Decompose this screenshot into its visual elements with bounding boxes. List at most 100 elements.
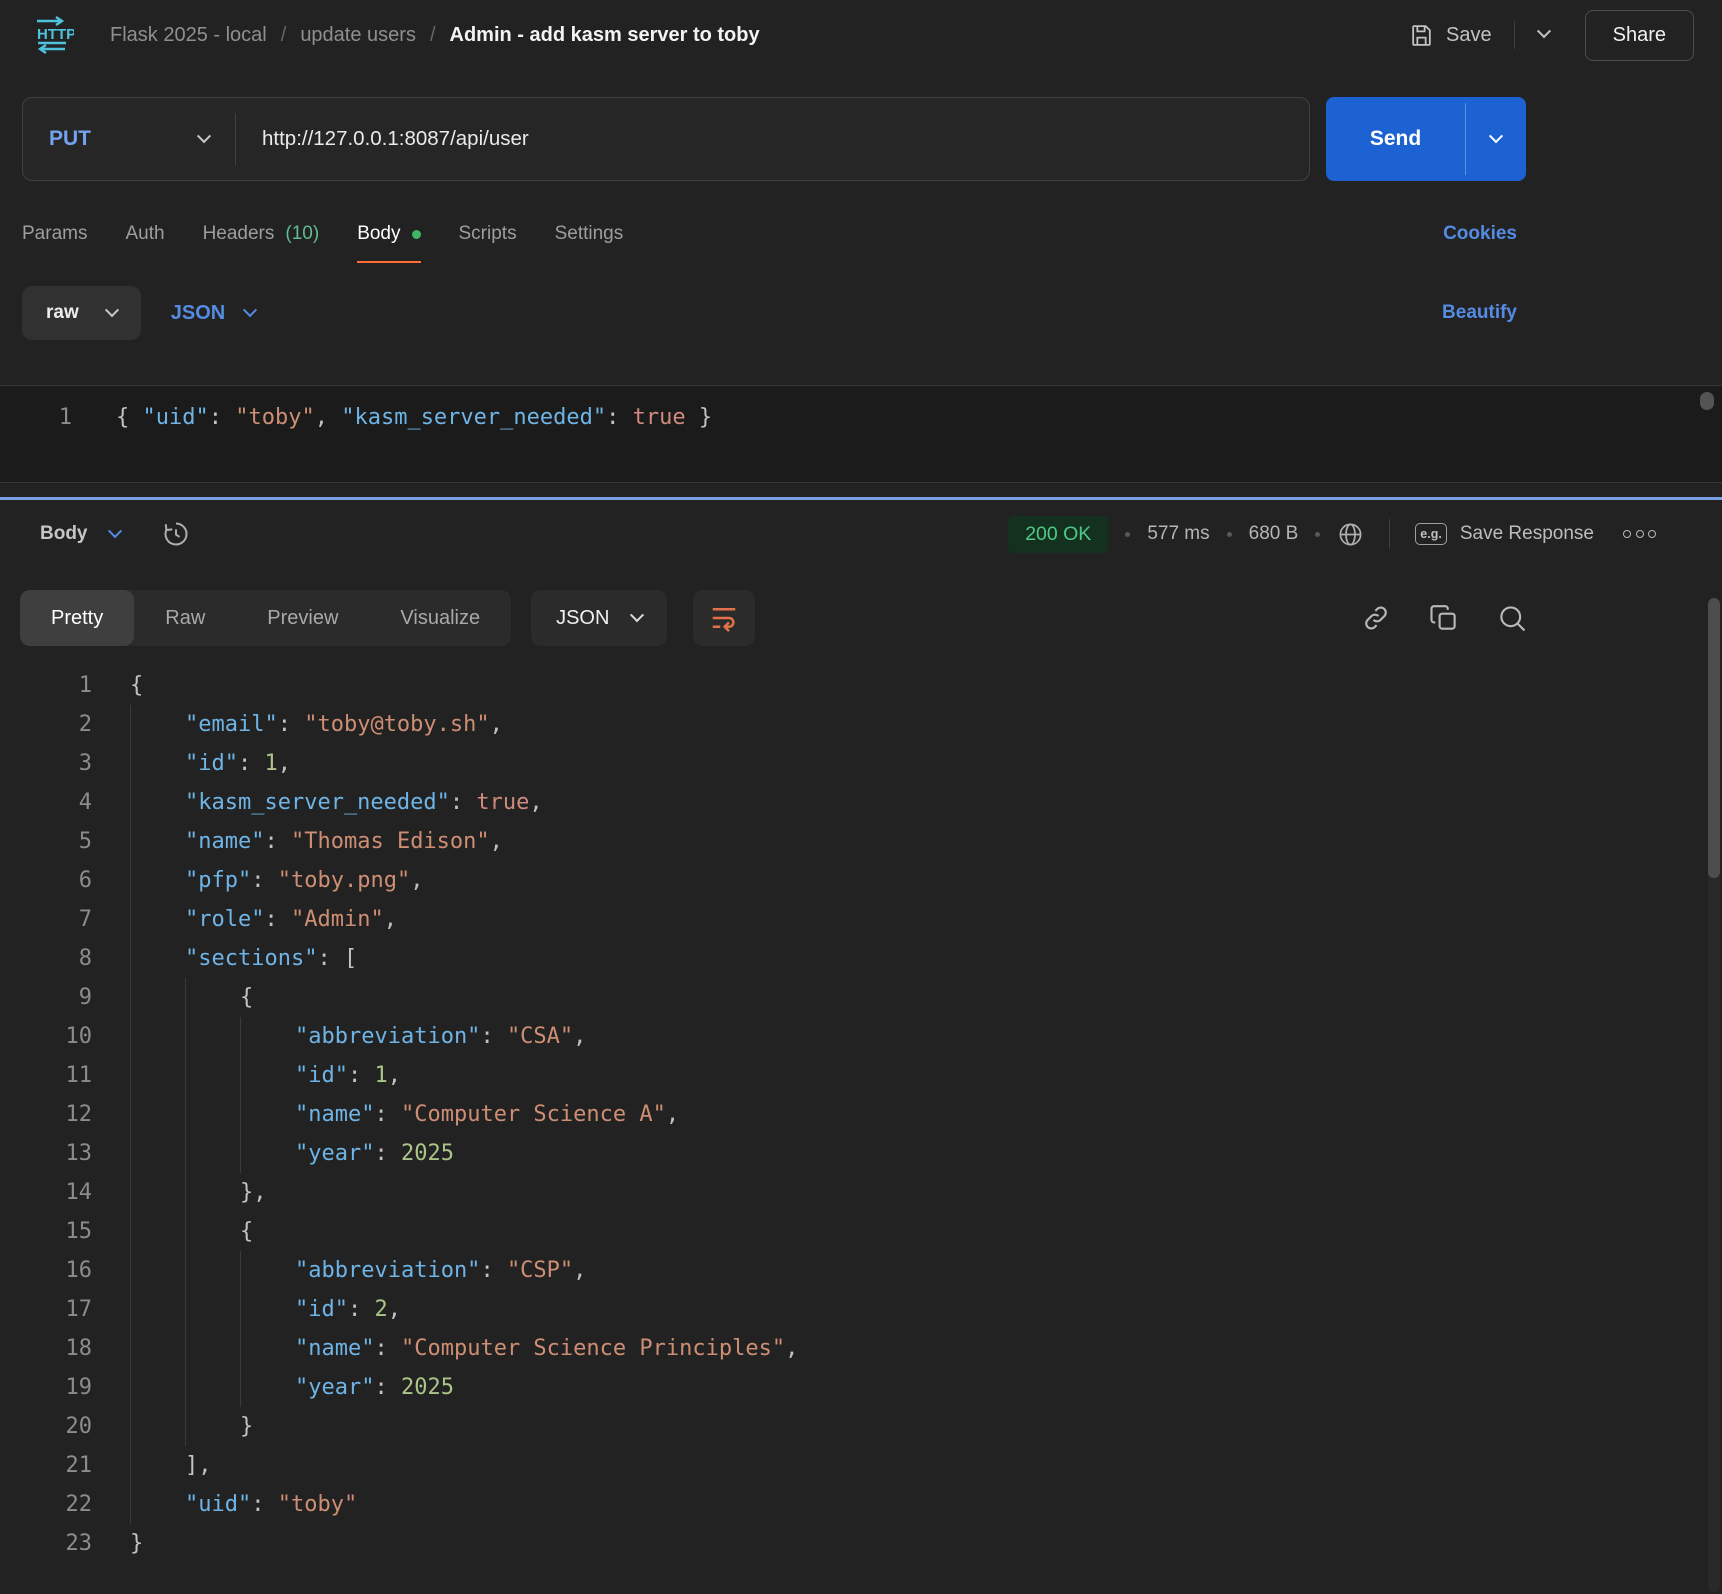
indent-guide [185, 1368, 240, 1407]
response-view-tabs: PrettyRawPreviewVisualize [20, 590, 511, 646]
indent-guide [130, 822, 185, 861]
search-icon[interactable] [1497, 603, 1527, 633]
indent-guide [185, 1095, 240, 1134]
copy-icon[interactable] [1429, 603, 1459, 633]
code-line: 4"kasm_server_needed": true, [0, 783, 1722, 822]
body-toolbar: raw JSON Beautify [0, 285, 1722, 341]
pane-resize-divider[interactable] [0, 497, 1722, 500]
beautify-link[interactable]: Beautify [1442, 302, 1517, 324]
code-line: 14}, [0, 1173, 1722, 1212]
chevron-down-icon[interactable] [110, 523, 120, 545]
code-line: 16"abbreviation": "CSP", [0, 1251, 1722, 1290]
send-label[interactable]: Send [1326, 97, 1465, 181]
code-line: 23} [0, 1524, 1722, 1563]
save-button[interactable]: Save [1409, 23, 1492, 48]
url-input[interactable] [236, 127, 1309, 151]
more-options-icon[interactable] [1623, 530, 1656, 538]
cookies-link[interactable]: Cookies [1443, 223, 1517, 245]
response-view-tab-pretty[interactable]: Pretty [20, 590, 134, 646]
indent-guide [185, 978, 240, 1017]
response-view-tab-visualize[interactable]: Visualize [369, 590, 511, 646]
line-number: 18 [20, 1329, 92, 1368]
line-number: 6 [20, 861, 92, 900]
breadcrumb-folder[interactable]: update users [300, 24, 416, 47]
scrollbar-thumb[interactable] [1708, 598, 1720, 878]
request-tabs: Params Auth Headers(10) Body Scripts Settings… [0, 205, 1722, 263]
tab-body[interactable]: Body [357, 205, 420, 263]
response-view-tab-raw[interactable]: Raw [134, 590, 236, 646]
response-view-tab-preview[interactable]: Preview [236, 590, 369, 646]
tab-label: Scripts [459, 223, 517, 245]
indent-guide [130, 1056, 185, 1095]
svg-text:HTTP: HTTP [37, 26, 74, 43]
response-size[interactable]: 680 B [1249, 523, 1299, 545]
response-time[interactable]: 577 ms [1147, 523, 1209, 545]
tab-scripts[interactable]: Scripts [459, 205, 517, 263]
line-number: 8 [20, 939, 92, 978]
status-badge[interactable]: 200 OK [1008, 516, 1108, 553]
request-body-editor[interactable]: 1{ "uid": "toby", "kasm_server_needed": … [0, 385, 1722, 483]
response-body-editor[interactable]: 1{2"email": "toby@toby.sh",3"id": 1,4"ka… [0, 658, 1722, 1563]
line-number: 22 [20, 1485, 92, 1524]
line-number: 10 [20, 1017, 92, 1056]
scrollbar-thumb[interactable] [1700, 392, 1714, 410]
code-line: 2"email": "toby@toby.sh", [0, 705, 1722, 744]
network-globe-icon[interactable] [1337, 521, 1364, 548]
body-language-label: JSON [171, 302, 225, 325]
line-number: 15 [20, 1212, 92, 1251]
line-number: 1 [20, 398, 72, 438]
line-number: 14 [20, 1173, 92, 1212]
indent-guide [130, 1485, 185, 1524]
code-line: 22"uid": "toby" [0, 1485, 1722, 1524]
indent-guide [185, 1407, 240, 1446]
line-number: 23 [20, 1524, 92, 1563]
breadcrumb: Flask 2025 - local / update users / Admi… [110, 24, 760, 47]
code-line: 12"name": "Computer Science A", [0, 1095, 1722, 1134]
tab-label: Body [357, 223, 400, 245]
indent-guide [185, 1056, 240, 1095]
link-icon[interactable] [1361, 603, 1391, 633]
indent-guide [130, 1251, 185, 1290]
request-title[interactable]: Admin - add kasm server to toby [450, 24, 760, 47]
wrap-lines-button[interactable] [693, 590, 755, 646]
divider [1389, 519, 1390, 549]
code-line: 19"year": 2025 [0, 1368, 1722, 1407]
scrollbar-track[interactable] [1708, 598, 1720, 1592]
tab-count-badge: (10) [285, 223, 319, 245]
code-line: 1{ "uid": "toby", "kasm_server_needed": … [0, 398, 1722, 438]
body-format-dropdown[interactable]: raw [22, 286, 141, 340]
indent-guide [130, 1329, 185, 1368]
indent-guide [130, 705, 185, 744]
save-response-button[interactable]: e.g. Save Response [1415, 523, 1594, 545]
share-button[interactable]: Share [1585, 10, 1694, 61]
dot-separator [1227, 532, 1232, 537]
body-language-dropdown[interactable]: JSON [171, 302, 255, 325]
indent-guide [240, 1095, 295, 1134]
line-number: 1 [20, 666, 92, 705]
chevron-down-icon [105, 303, 119, 317]
code-line: 11"id": 1, [0, 1056, 1722, 1095]
response-meta-row: Body 200 OK 577 ms 680 B e.g. Save Respo… [0, 506, 1722, 562]
line-number: 13 [20, 1134, 92, 1173]
response-body-dropdown[interactable]: Body [40, 523, 88, 545]
indent-guide [240, 1056, 295, 1095]
url-box: PUT [22, 97, 1310, 181]
send-options-chevron-icon[interactable] [1466, 97, 1526, 181]
dot-separator [1315, 532, 1320, 537]
response-language-dropdown[interactable]: JSON [531, 590, 667, 646]
line-number: 12 [20, 1095, 92, 1134]
tab-settings[interactable]: Settings [555, 205, 624, 263]
save-options-chevron-icon[interactable] [1539, 26, 1549, 44]
method-selector[interactable]: PUT [23, 127, 235, 151]
tab-auth[interactable]: Auth [125, 205, 164, 263]
tab-params[interactable]: Params [22, 205, 87, 263]
app-header: HTTP Flask 2025 - local / update users /… [0, 0, 1722, 70]
tab-modified-dot [412, 230, 421, 239]
indent-guide [185, 1017, 240, 1056]
line-number: 4 [20, 783, 92, 822]
response-history-icon[interactable] [162, 520, 190, 548]
tab-headers[interactable]: Headers(10) [203, 205, 320, 263]
send-button[interactable]: Send [1326, 97, 1526, 181]
save-as-example-icon: e.g. [1415, 523, 1447, 545]
breadcrumb-collection[interactable]: Flask 2025 - local [110, 24, 267, 47]
